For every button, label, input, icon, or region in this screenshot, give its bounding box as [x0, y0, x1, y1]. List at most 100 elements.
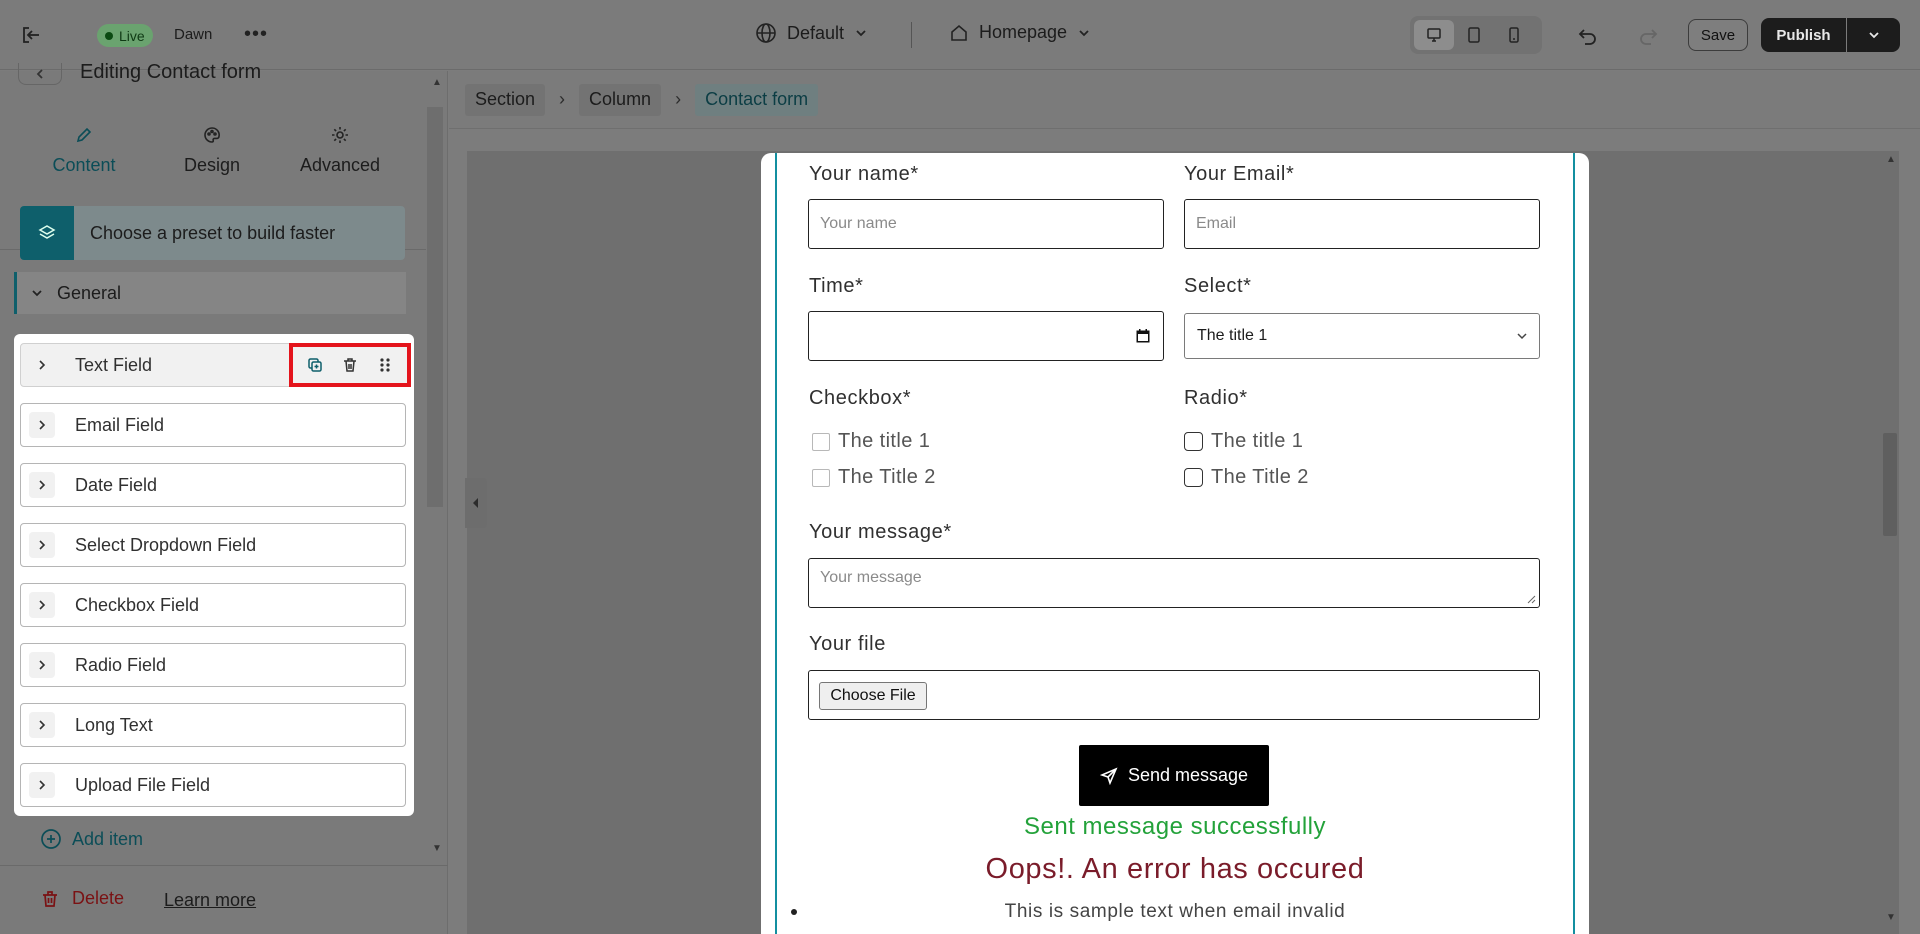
checkbox-option[interactable]: The Title 2: [812, 466, 936, 489]
live-dot-icon: [105, 31, 113, 40]
email-input[interactable]: Email: [1184, 199, 1540, 249]
validation-sample-text: This is sample text when email invalid: [1004, 901, 1346, 922]
globe-icon: [756, 23, 776, 43]
drag-handle-icon[interactable]: [372, 352, 398, 378]
choose-file-button[interactable]: Choose File: [819, 682, 927, 710]
breadcrumb-section[interactable]: Section: [465, 83, 546, 116]
chevron-down-icon: [856, 30, 866, 37]
delete-button[interactable]: Delete: [40, 888, 124, 909]
chevron-down-icon: [1079, 29, 1089, 36]
canvas-scroll-thumb[interactable]: [1883, 433, 1897, 536]
email-field-label: Your Email*: [1184, 163, 1295, 185]
list-item-upload-file-field[interactable]: Upload File Field: [20, 763, 406, 807]
preset-label: Choose a preset to build faster: [90, 222, 336, 243]
device-preview-group: [1410, 16, 1542, 54]
add-item-label: Add item: [72, 828, 144, 849]
theme-name: Dawn: [174, 26, 213, 43]
list-item-text-field[interactable]: Text Field: [20, 343, 411, 387]
desktop-preview-icon[interactable]: [1414, 20, 1454, 50]
duplicate-icon[interactable]: [302, 352, 328, 378]
send-message-button[interactable]: Send message: [1079, 745, 1269, 806]
chevron-down-icon: [1517, 333, 1527, 340]
publish-button[interactable]: Publish: [1761, 18, 1846, 52]
checkbox-option[interactable]: The title 1: [812, 430, 930, 453]
success-message: Sent message successfully: [1024, 813, 1326, 840]
chevron-right-icon[interactable]: [29, 712, 55, 738]
collapse-sidebar-button[interactable]: [465, 478, 487, 528]
undo-icon[interactable]: [1574, 22, 1602, 50]
field-items-list: Text Field Email Field Date Field Select…: [14, 334, 414, 816]
chevron-right-icon[interactable]: [29, 772, 55, 798]
resize-handle-icon: [1527, 595, 1536, 604]
layers-icon: [20, 206, 74, 260]
chevron-right-icon: ›: [559, 89, 566, 109]
redo-icon[interactable]: [1634, 22, 1662, 50]
home-icon: [951, 24, 967, 41]
list-item-label: Email Field: [75, 414, 165, 435]
add-item-button[interactable]: Add item: [40, 828, 143, 850]
list-item-label: Radio Field: [75, 654, 167, 675]
chevron-right-icon[interactable]: [29, 472, 55, 498]
chevron-right-icon[interactable]: [29, 412, 55, 438]
radio-button[interactable]: [1184, 432, 1203, 451]
item-actions-highlight: [289, 343, 411, 387]
page-selector[interactable]: Homepage: [949, 22, 1091, 43]
trash-icon[interactable]: [337, 352, 363, 378]
radio-option[interactable]: The title 1: [1184, 430, 1303, 453]
learn-more-link[interactable]: Learn more: [164, 890, 256, 911]
breadcrumb-contact-form[interactable]: Contact form: [695, 83, 819, 116]
chevron-down-icon: [32, 290, 42, 297]
chevron-right-icon[interactable]: [29, 532, 55, 558]
list-item-radio-field[interactable]: Radio Field: [20, 643, 406, 687]
scroll-down-arrow-icon[interactable]: ▼: [432, 843, 442, 854]
chevron-right-icon[interactable]: [29, 352, 55, 378]
list-item-select-dropdown-field[interactable]: Select Dropdown Field: [20, 523, 406, 567]
back-button[interactable]: [18, 63, 62, 85]
send-message-label: Send message: [1127, 765, 1249, 785]
message-textarea[interactable]: Your message: [808, 558, 1540, 608]
list-item-email-field[interactable]: Email Field: [20, 403, 406, 447]
chevron-right-icon: ›: [675, 89, 682, 109]
radio-option[interactable]: The Title 2: [1184, 466, 1309, 489]
mobile-preview-icon[interactable]: [1494, 20, 1534, 50]
checkbox-group-label: Checkbox*: [809, 387, 912, 409]
scroll-down-arrow-icon[interactable]: ▼: [1886, 912, 1896, 923]
breadcrumb-column[interactable]: Column: [579, 83, 662, 116]
name-input[interactable]: Your name: [808, 199, 1164, 249]
settings-sidebar: Editing Contact form ▲ ▼ Content Design …: [0, 61, 448, 934]
scroll-up-arrow-icon[interactable]: ▲: [1886, 154, 1896, 165]
list-item-checkbox-field[interactable]: Checkbox Field: [20, 583, 406, 627]
list-item-date-field[interactable]: Date Field: [20, 463, 406, 507]
tab-content-label: Content: [52, 155, 116, 175]
radio-button[interactable]: [1184, 468, 1203, 487]
chevron-right-icon[interactable]: [29, 652, 55, 678]
select-dropdown[interactable]: The title 1: [1184, 313, 1540, 359]
time-field-label: Time*: [809, 275, 864, 297]
exit-icon[interactable]: [18, 22, 44, 48]
sidebar-scrollbar[interactable]: [427, 107, 443, 507]
locale-label: Default: [787, 22, 845, 43]
save-button[interactable]: Save: [1688, 19, 1748, 51]
publish-options-button[interactable]: [1847, 18, 1900, 52]
chevron-right-icon[interactable]: [29, 592, 55, 618]
list-item-label: Long Text: [75, 714, 153, 735]
list-item-long-text[interactable]: Long Text: [20, 703, 406, 747]
checkbox[interactable]: [812, 468, 830, 487]
general-group-toggle[interactable]: General: [14, 272, 406, 314]
list-item-label: Checkbox Field: [75, 594, 200, 615]
sidebar-title: Editing Contact form: [80, 61, 262, 83]
tablet-preview-icon[interactable]: [1454, 20, 1494, 50]
canvas-scrollbar[interactable]: ▲ ▼: [1880, 150, 1900, 934]
breadcrumb: Section › Column › Contact form: [449, 71, 1920, 129]
chevron-left-icon: [36, 68, 43, 79]
preset-banner[interactable]: Choose a preset to build faster: [20, 206, 405, 260]
scroll-up-arrow-icon[interactable]: ▲: [432, 77, 442, 88]
list-item-label: Date Field: [75, 474, 158, 495]
tab-advanced-label: Advanced: [299, 155, 381, 175]
page-label: Homepage: [979, 22, 1068, 42]
checkbox[interactable]: [812, 432, 830, 451]
time-input[interactable]: [808, 311, 1164, 361]
calendar-icon: [1136, 329, 1150, 343]
locale-selector[interactable]: Default: [755, 22, 868, 44]
more-options-button[interactable]: •••: [242, 20, 270, 48]
